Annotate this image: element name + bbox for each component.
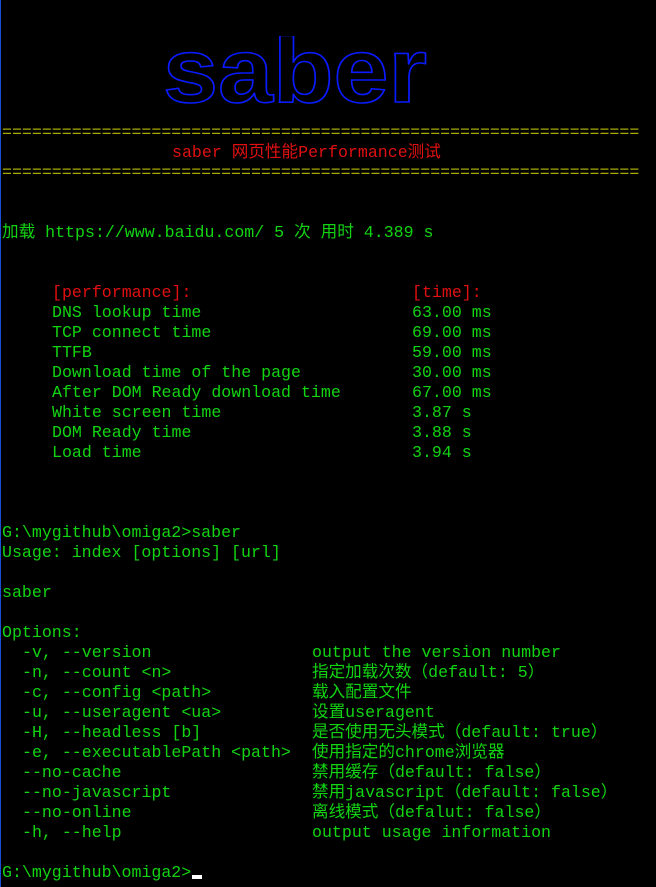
option-flag: -c, --config <path> <box>22 683 212 702</box>
option-description: 禁用缓存（default: false） <box>312 763 551 782</box>
perf-metric-label: After DOM Ready download time <box>52 383 341 402</box>
option-flag: -h, --help <box>22 823 122 842</box>
perf-metric-value: 69.00 ms <box>412 323 492 342</box>
perf-header-label: [performance]: <box>52 283 192 302</box>
text-cursor <box>192 875 203 879</box>
perf-metric-label: Download time of the page <box>52 363 301 382</box>
separator-top: ========================================… <box>2 123 640 142</box>
option-flag: -n, --count <n> <box>22 663 172 682</box>
prompt-line[interactable]: G:\mygithub\omiga2> <box>2 863 203 883</box>
option-flag: -H, --headless [b] <box>22 723 202 742</box>
option-description: 使用指定的chrome浏览器 <box>312 743 505 762</box>
separator-bottom: ========================================… <box>2 163 640 182</box>
load-summary: 加载 https://www.baidu.com/ 5 次 用时 4.389 s <box>2 223 434 242</box>
program-name: saber <box>2 583 52 602</box>
option-flag: -v, --version <box>22 643 152 662</box>
option-flag: --no-online <box>22 803 132 822</box>
perf-metric-value: 67.00 ms <box>412 383 492 402</box>
perf-metric-label: Load time <box>52 443 142 462</box>
option-description: output the version number <box>312 643 561 662</box>
perf-metric-label: TCP connect time <box>52 323 212 342</box>
svg-text:saber: saber <box>163 36 427 108</box>
perf-metric-value: 30.00 ms <box>412 363 492 382</box>
option-flag: -u, --useragent <ua> <box>22 703 222 722</box>
options-title: Options: <box>2 623 82 642</box>
option-flag: -e, --executablePath <path> <box>22 743 291 762</box>
perf-metric-label: DOM Ready time <box>52 423 192 442</box>
option-description: output usage information <box>312 823 551 842</box>
option-description: 离线模式（defalut: false） <box>312 803 551 822</box>
perf-metric-value: 3.88 s <box>412 423 472 442</box>
prompt: G:\mygithub\omiga2> <box>2 863 192 882</box>
command-line: G:\mygithub\omiga2>saber <box>2 523 241 542</box>
perf-metric-label: White screen time <box>52 403 222 422</box>
option-description: 设置useragent <box>312 703 435 722</box>
option-description: 是否使用无头模式（default: true） <box>312 723 608 742</box>
perf-metric-label: TTFB <box>52 343 92 362</box>
option-description: 禁用javascript（default: false） <box>312 783 618 802</box>
usage-line: Usage: index [options] [url] <box>2 543 281 562</box>
terminal-window[interactable]: saber ==================================… <box>0 0 656 887</box>
perf-header-time: [time]: <box>412 283 482 302</box>
perf-metric-label: DNS lookup time <box>52 303 202 322</box>
option-description: 载入配置文件 <box>312 683 412 702</box>
option-description: 指定加载次数（default: 5） <box>312 663 545 682</box>
saber-ascii-logo: saber <box>162 36 428 108</box>
perf-metric-value: 63.00 ms <box>412 303 492 322</box>
option-flag: --no-cache <box>22 763 122 782</box>
perf-metric-value: 3.87 s <box>412 403 472 422</box>
option-flag: --no-javascript <box>22 783 172 802</box>
banner-title: saber 网页性能Performance测试 <box>172 143 441 162</box>
perf-metric-value: 59.00 ms <box>412 343 492 362</box>
perf-metric-value: 3.94 s <box>412 443 472 462</box>
